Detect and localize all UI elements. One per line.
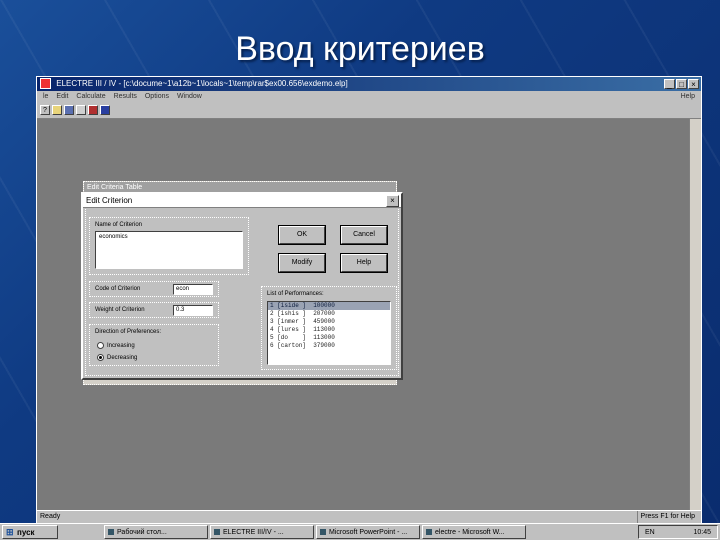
task-button-word[interactable]: electre - Microsoft W... [422, 525, 526, 539]
weight-field[interactable]: 0.3 [173, 305, 213, 316]
table-icon[interactable] [88, 105, 98, 115]
slide-title: Ввод критериев [235, 30, 485, 68]
list-item[interactable]: 1 [iside ] 100000 [268, 302, 390, 310]
performances-group: List of Performances: 1 [iside ] 100000 … [261, 286, 397, 370]
code-label: Code of Criterion [95, 286, 141, 292]
stop-icon[interactable] [100, 105, 110, 115]
menu-calculate[interactable]: Calculate [76, 93, 105, 100]
statusbar: Ready Press F1 for Help [37, 510, 701, 523]
status-text: Ready [40, 513, 61, 520]
list-item[interactable]: 4 [lures ] 113000 [268, 326, 390, 334]
system-tray: EN 10:45 [638, 525, 718, 539]
list-item[interactable]: 3 [inmer ] 459000 [268, 318, 390, 326]
menu-help[interactable]: Help [681, 91, 695, 103]
menu-edit[interactable]: Edit [56, 93, 68, 100]
performances-label: List of Performances: [267, 291, 324, 297]
dialog-close-icon[interactable]: × [386, 195, 399, 207]
performances-list[interactable]: 1 [iside ] 100000 2 [ishis ] 207000 3 [i… [267, 301, 391, 365]
status-hint: Press F1 for Help [636, 511, 698, 523]
task-button-desktop[interactable]: Рабочий стол... [104, 525, 208, 539]
modify-button[interactable]: Modify [278, 253, 326, 273]
close-icon[interactable]: × [688, 79, 699, 89]
window-controls: _ □ × [664, 79, 699, 89]
menubar: le Edit Calculate Results Options Window… [37, 91, 701, 103]
radio-decreasing-label: Decreasing [107, 355, 138, 362]
menu-results[interactable]: Results [114, 93, 137, 100]
toolbar: ? [37, 104, 701, 119]
name-group: Name of Criterion economics [89, 217, 249, 275]
app-title: ELECTRE III / IV - [c:\docume~1\a12b~1\l… [56, 79, 348, 88]
code-field[interactable]: econ [173, 284, 213, 295]
code-group: Code of Criterion econ [89, 281, 219, 297]
dialog-title: Edit Criterion [86, 196, 133, 205]
vertical-scrollbar[interactable] [689, 119, 701, 511]
ok-button[interactable]: OK [278, 225, 326, 245]
app-window: ELECTRE III / IV - [c:\docume~1\a12b~1\l… [36, 76, 702, 524]
app-titlebar: ELECTRE III / IV - [c:\docume~1\a12b~1\l… [37, 77, 701, 91]
clock: 10:45 [693, 529, 711, 536]
minimize-icon[interactable]: _ [664, 79, 675, 89]
language-indicator[interactable]: EN [645, 526, 655, 539]
radio-decreasing-dot [97, 354, 104, 361]
radio-decreasing[interactable]: Decreasing [97, 354, 137, 361]
task-button-powerpoint[interactable]: Microsoft PowerPoint - ... [316, 525, 420, 539]
radio-increasing-dot [97, 342, 104, 349]
taskbar: пуск Рабочий стол... ELECTRE III/IV - ..… [0, 523, 720, 540]
maximize-icon[interactable]: □ [676, 79, 687, 89]
open-icon[interactable] [52, 105, 62, 115]
direction-group: Direction of Preferences: Increasing Dec… [89, 324, 219, 366]
client-area: Edit Criteria Table Edit Criterion × Nam… [37, 119, 690, 511]
edit-criterion-dialog: Edit Criterion × Name of Criterion econo… [81, 192, 403, 380]
dialog-titlebar: Edit Criterion × [83, 194, 401, 208]
menu-window[interactable]: Window [177, 93, 202, 100]
menu-file[interactable]: le [43, 93, 48, 100]
list-item[interactable]: 6 [carton] 379000 [268, 342, 390, 350]
list-item[interactable]: 2 [ishis ] 207000 [268, 310, 390, 318]
start-button[interactable]: пуск [2, 525, 58, 539]
help-button[interactable]: Help [340, 253, 388, 273]
radio-increasing-label: Increasing [107, 343, 135, 350]
name-field[interactable]: economics [95, 231, 243, 269]
cancel-button[interactable]: Cancel [340, 225, 388, 245]
help-icon[interactable]: ? [40, 105, 50, 115]
task-button-electre[interactable]: ELECTRE III/IV - ... [210, 525, 314, 539]
weight-group: Weight of Criterion 0.3 [89, 302, 219, 318]
app-icon [40, 78, 51, 90]
weight-label: Weight of Criterion [95, 307, 145, 313]
list-item[interactable]: 5 [do ] 113000 [268, 334, 390, 342]
name-label: Name of Criterion [95, 222, 143, 228]
menu-options[interactable]: Options [145, 93, 169, 100]
direction-label: Direction of Preferences: [95, 329, 162, 335]
print-icon[interactable] [76, 105, 86, 115]
radio-increasing[interactable]: Increasing [97, 342, 135, 349]
save-icon[interactable] [64, 105, 74, 115]
